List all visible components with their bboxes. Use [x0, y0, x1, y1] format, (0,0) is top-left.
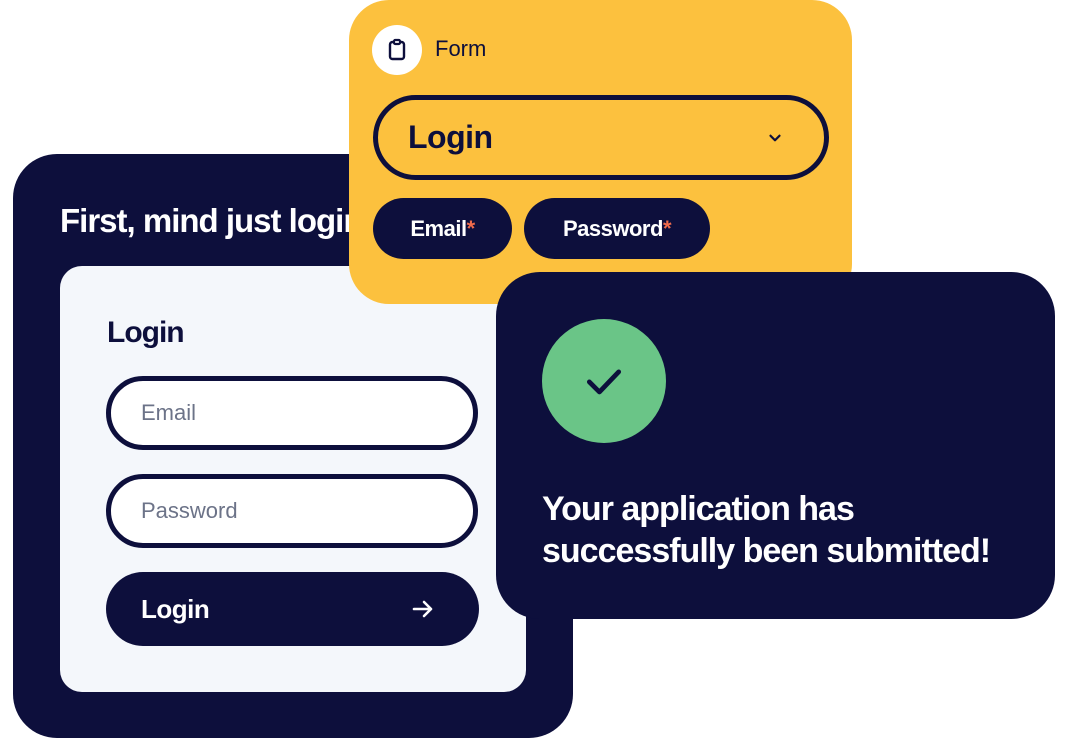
login-button[interactable]: Login [106, 572, 479, 646]
required-mark: * [662, 215, 672, 241]
email-field[interactable] [106, 376, 478, 450]
login-form-panel: Login Login [60, 266, 526, 692]
select-value: Login [408, 119, 493, 155]
form-card: Form Login Email * Password * [349, 0, 852, 304]
required-mark: * [466, 215, 476, 241]
check-icon [586, 369, 622, 395]
success-badge [542, 319, 666, 443]
card-title: First, mind just login [60, 202, 363, 239]
chip-password[interactable]: Password * [524, 198, 710, 259]
email-input[interactable] [111, 381, 441, 445]
login-heading: Login [107, 316, 185, 349]
chip-email-label: Email [410, 215, 467, 241]
chip-password-label: Password [563, 215, 663, 241]
arrow-right-icon [412, 600, 433, 618]
clipboard-icon [388, 38, 406, 61]
chevron-down-icon [769, 134, 781, 141]
form-type-select[interactable]: Login [373, 95, 829, 180]
login-button-label: Login [141, 593, 210, 624]
form-badge [372, 25, 422, 75]
success-message: Your application has successfully been s… [542, 490, 991, 570]
form-label: Form [435, 36, 487, 61]
password-input[interactable] [111, 479, 441, 543]
success-card: Your application has successfully been s… [496, 272, 1055, 619]
password-field[interactable] [106, 474, 478, 548]
chip-email[interactable]: Email * [373, 198, 512, 259]
